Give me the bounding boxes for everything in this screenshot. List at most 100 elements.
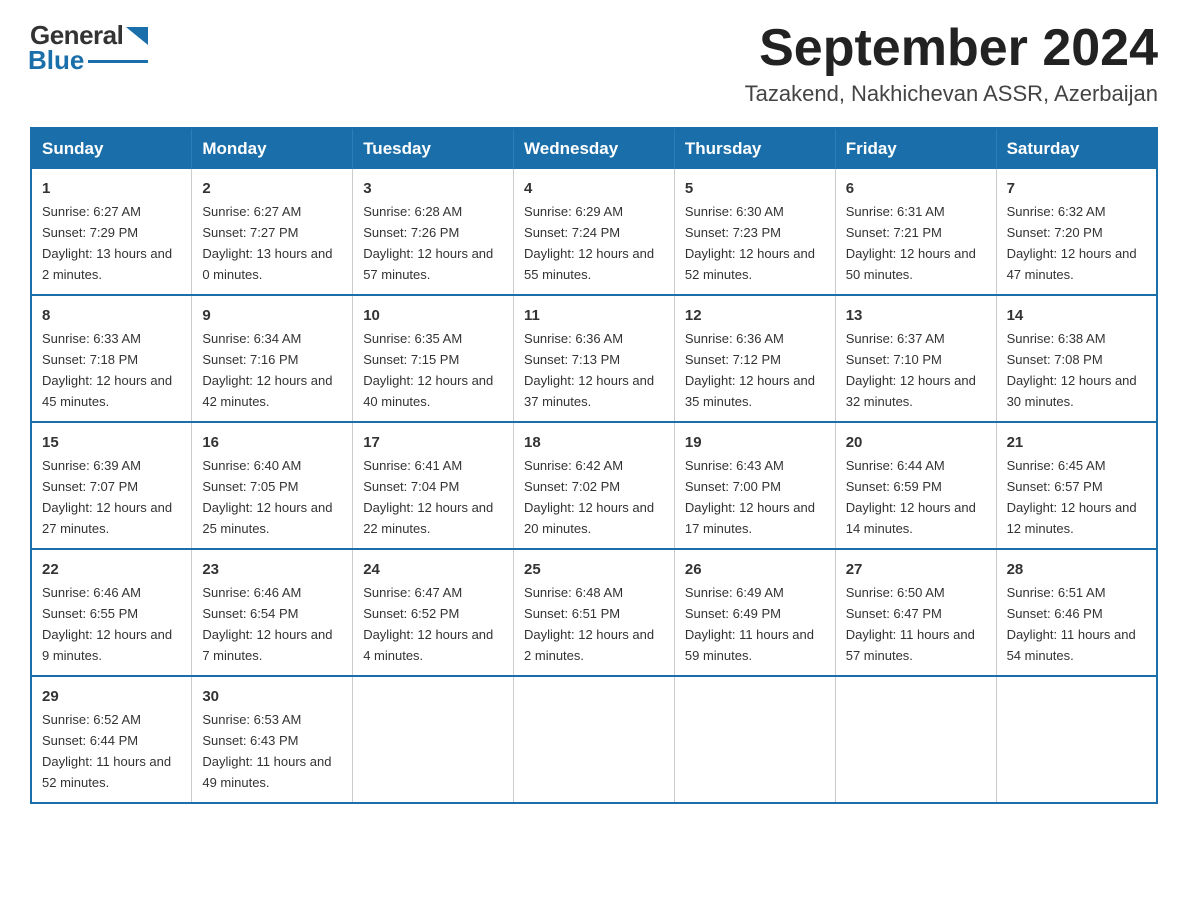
header-saturday: Saturday bbox=[996, 128, 1157, 169]
day-cell-24: 24Sunrise: 6:47 AMSunset: 6:52 PMDayligh… bbox=[353, 549, 514, 676]
day-info: Sunrise: 6:40 AMSunset: 7:05 PMDaylight:… bbox=[202, 458, 332, 536]
title-section: September 2024 Tazakend, Nakhichevan ASS… bbox=[745, 20, 1158, 107]
day-info: Sunrise: 6:39 AMSunset: 7:07 PMDaylight:… bbox=[42, 458, 172, 536]
page-header: General Blue September 2024 Tazakend, Na… bbox=[30, 20, 1158, 107]
empty-cell bbox=[514, 676, 675, 803]
day-number: 1 bbox=[42, 177, 181, 200]
day-number: 11 bbox=[524, 304, 664, 327]
day-info: Sunrise: 6:38 AMSunset: 7:08 PMDaylight:… bbox=[1007, 331, 1137, 409]
day-cell-10: 10Sunrise: 6:35 AMSunset: 7:15 PMDayligh… bbox=[353, 295, 514, 422]
day-number: 13 bbox=[846, 304, 986, 327]
day-info: Sunrise: 6:48 AMSunset: 6:51 PMDaylight:… bbox=[524, 585, 654, 663]
day-info: Sunrise: 6:36 AMSunset: 7:12 PMDaylight:… bbox=[685, 331, 815, 409]
calendar-table: SundayMondayTuesdayWednesdayThursdayFrid… bbox=[30, 127, 1158, 804]
day-number: 10 bbox=[363, 304, 503, 327]
day-number: 7 bbox=[1007, 177, 1146, 200]
day-info: Sunrise: 6:27 AMSunset: 7:29 PMDaylight:… bbox=[42, 204, 172, 282]
header-thursday: Thursday bbox=[674, 128, 835, 169]
day-cell-19: 19 Sunrise: 6:43 AMSunset: 7:00 PMDayligh… bbox=[674, 422, 835, 549]
day-cell-15: 15 Sunrise: 6:39 AMSunset: 7:07 PMDayligh… bbox=[31, 422, 192, 549]
day-info: Sunrise: 6:51 AMSunset: 6:46 PMDaylight:… bbox=[1007, 585, 1136, 663]
day-cell-2: 2 Sunrise: 6:27 AMSunset: 7:27 PMDaylight… bbox=[192, 169, 353, 295]
day-number: 30 bbox=[202, 685, 342, 708]
day-number: 4 bbox=[524, 177, 664, 200]
day-info: Sunrise: 6:36 AMSunset: 7:13 PMDaylight:… bbox=[524, 331, 654, 409]
day-cell-25: 25 Sunrise: 6:48 AMSunset: 6:51 PMDayligh… bbox=[514, 549, 675, 676]
day-cell-7: 7 Sunrise: 6:32 AMSunset: 7:20 PMDaylight… bbox=[996, 169, 1157, 295]
day-cell-12: 12 Sunrise: 6:36 AMSunset: 7:12 PMDayligh… bbox=[674, 295, 835, 422]
day-cell-26: 26 Sunrise: 6:49 AMSunset: 6:49 PMDayligh… bbox=[674, 549, 835, 676]
day-info: Sunrise: 6:50 AMSunset: 6:47 PMDaylight:… bbox=[846, 585, 975, 663]
empty-cell bbox=[674, 676, 835, 803]
day-number: 27 bbox=[846, 558, 986, 581]
day-number: 29 bbox=[42, 685, 181, 708]
day-number: 3 bbox=[363, 177, 503, 200]
day-number: 22 bbox=[42, 558, 181, 581]
day-info: Sunrise: 6:49 AMSunset: 6:49 PMDaylight:… bbox=[685, 585, 814, 663]
day-number: 24 bbox=[363, 558, 503, 581]
day-number: 25 bbox=[524, 558, 664, 581]
day-cell-3: 3 Sunrise: 6:28 AMSunset: 7:26 PMDaylight… bbox=[353, 169, 514, 295]
day-cell-20: 20 Sunrise: 6:44 AMSunset: 6:59 PMDayligh… bbox=[835, 422, 996, 549]
day-number: 2 bbox=[202, 177, 342, 200]
week-row-4: 22Sunrise: 6:46 AMSunset: 6:55 PMDayligh… bbox=[31, 549, 1157, 676]
day-number: 20 bbox=[846, 431, 986, 454]
month-title: September 2024 bbox=[745, 20, 1158, 77]
day-info: Sunrise: 6:46 AMSunset: 6:54 PMDaylight:… bbox=[202, 585, 332, 663]
day-info: Sunrise: 6:43 AMSunset: 7:00 PMDaylight:… bbox=[685, 458, 815, 536]
empty-cell bbox=[835, 676, 996, 803]
day-cell-21: 21 Sunrise: 6:45 AMSunset: 6:57 PMDayligh… bbox=[996, 422, 1157, 549]
day-info: Sunrise: 6:52 AMSunset: 6:44 PMDaylight:… bbox=[42, 712, 171, 790]
day-cell-17: 17Sunrise: 6:41 AMSunset: 7:04 PMDayligh… bbox=[353, 422, 514, 549]
day-info: Sunrise: 6:33 AMSunset: 7:18 PMDaylight:… bbox=[42, 331, 172, 409]
empty-cell bbox=[353, 676, 514, 803]
day-info: Sunrise: 6:30 AMSunset: 7:23 PMDaylight:… bbox=[685, 204, 815, 282]
day-number: 12 bbox=[685, 304, 825, 327]
day-info: Sunrise: 6:28 AMSunset: 7:26 PMDaylight:… bbox=[363, 204, 493, 282]
week-row-2: 8Sunrise: 6:33 AMSunset: 7:18 PMDaylight… bbox=[31, 295, 1157, 422]
empty-cell bbox=[996, 676, 1157, 803]
day-number: 6 bbox=[846, 177, 986, 200]
calendar-header-row: SundayMondayTuesdayWednesdayThursdayFrid… bbox=[31, 128, 1157, 169]
day-info: Sunrise: 6:27 AMSunset: 7:27 PMDaylight:… bbox=[202, 204, 332, 282]
day-info: Sunrise: 6:34 AMSunset: 7:16 PMDaylight:… bbox=[202, 331, 332, 409]
day-number: 5 bbox=[685, 177, 825, 200]
day-info: Sunrise: 6:45 AMSunset: 6:57 PMDaylight:… bbox=[1007, 458, 1137, 536]
day-number: 9 bbox=[202, 304, 342, 327]
logo-blue-text: Blue bbox=[28, 45, 84, 76]
header-tuesday: Tuesday bbox=[353, 128, 514, 169]
day-cell-4: 4 Sunrise: 6:29 AMSunset: 7:24 PMDaylight… bbox=[514, 169, 675, 295]
day-cell-16: 16 Sunrise: 6:40 AMSunset: 7:05 PMDayligh… bbox=[192, 422, 353, 549]
day-cell-30: 30 Sunrise: 6:53 AMSunset: 6:43 PMDayligh… bbox=[192, 676, 353, 803]
day-number: 18 bbox=[524, 431, 664, 454]
day-number: 26 bbox=[685, 558, 825, 581]
day-cell-23: 23 Sunrise: 6:46 AMSunset: 6:54 PMDayligh… bbox=[192, 549, 353, 676]
day-cell-29: 29 Sunrise: 6:52 AMSunset: 6:44 PMDayligh… bbox=[31, 676, 192, 803]
day-number: 23 bbox=[202, 558, 342, 581]
day-number: 15 bbox=[42, 431, 181, 454]
day-cell-9: 9 Sunrise: 6:34 AMSunset: 7:16 PMDaylight… bbox=[192, 295, 353, 422]
day-cell-8: 8Sunrise: 6:33 AMSunset: 7:18 PMDaylight… bbox=[31, 295, 192, 422]
day-number: 21 bbox=[1007, 431, 1146, 454]
day-info: Sunrise: 6:32 AMSunset: 7:20 PMDaylight:… bbox=[1007, 204, 1137, 282]
day-cell-1: 1 Sunrise: 6:27 AMSunset: 7:29 PMDaylight… bbox=[31, 169, 192, 295]
week-row-1: 1 Sunrise: 6:27 AMSunset: 7:29 PMDaylight… bbox=[31, 169, 1157, 295]
day-cell-27: 27 Sunrise: 6:50 AMSunset: 6:47 PMDayligh… bbox=[835, 549, 996, 676]
day-info: Sunrise: 6:29 AMSunset: 7:24 PMDaylight:… bbox=[524, 204, 654, 282]
day-number: 19 bbox=[685, 431, 825, 454]
day-info: Sunrise: 6:44 AMSunset: 6:59 PMDaylight:… bbox=[846, 458, 976, 536]
header-friday: Friday bbox=[835, 128, 996, 169]
day-info: Sunrise: 6:53 AMSunset: 6:43 PMDaylight:… bbox=[202, 712, 331, 790]
header-wednesday: Wednesday bbox=[514, 128, 675, 169]
day-cell-13: 13 Sunrise: 6:37 AMSunset: 7:10 PMDayligh… bbox=[835, 295, 996, 422]
header-sunday: Sunday bbox=[31, 128, 192, 169]
day-number: 16 bbox=[202, 431, 342, 454]
day-info: Sunrise: 6:37 AMSunset: 7:10 PMDaylight:… bbox=[846, 331, 976, 409]
day-number: 17 bbox=[363, 431, 503, 454]
day-cell-6: 6Sunrise: 6:31 AMSunset: 7:21 PMDaylight… bbox=[835, 169, 996, 295]
header-monday: Monday bbox=[192, 128, 353, 169]
day-cell-14: 14 Sunrise: 6:38 AMSunset: 7:08 PMDayligh… bbox=[996, 295, 1157, 422]
week-row-3: 15 Sunrise: 6:39 AMSunset: 7:07 PMDayligh… bbox=[31, 422, 1157, 549]
week-row-5: 29 Sunrise: 6:52 AMSunset: 6:44 PMDayligh… bbox=[31, 676, 1157, 803]
day-number: 14 bbox=[1007, 304, 1146, 327]
